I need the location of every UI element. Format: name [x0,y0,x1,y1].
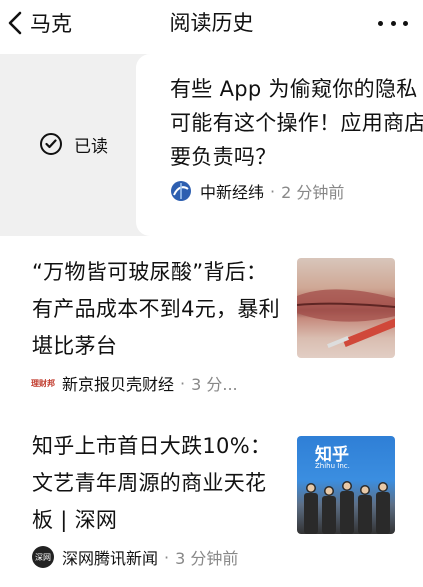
article-meta: 中新经纬 · 2 分钟前 [170,179,423,203]
more-options-icon[interactable] [375,8,411,38]
article-text: “万物皆可玻尿酸”背后：有产品成本不到4元，暴利堪比茅台 理财邦 新京报贝壳财经… [31,254,280,395]
swiped-list-item: 已读 有些 App 为偷窥你的隐私可能有这个操作！应用商店要负责吗？ 中新经纬 … [0,54,423,236]
source-logo-icon: 深网 [32,546,54,568]
mark-read-label: 已读 [74,136,108,157]
mark-read-button[interactable]: 已读 [40,124,108,164]
source-name: 新京报贝壳财经 [62,375,175,394]
source-logo-icon [170,180,192,202]
publish-time: 3 分... [191,375,238,394]
source-name: 中新经纬 [200,183,265,202]
list-item[interactable]: 知乎上市首日大跌10%：文艺青年周源的商业天花板 | 深网 深网 深网腾讯新闻 … [0,428,423,568]
article-meta: 理财邦 新京报贝壳财经 · 3 分... [31,371,280,395]
group-photo-icon [304,481,390,534]
article-headline: 有些 App 为偷窥你的隐私可能有这个操作！应用商店要负责吗？ [170,77,423,169]
list-item[interactable]: “万物皆可玻尿酸”背后：有产品成本不到4元，暴利堪比茅台 理财邦 新京报贝壳财经… [0,254,423,394]
article-meta: 深网 深网腾讯新闻 · 3 分钟前 [32,545,280,569]
article-text: 知乎上市首日大跌10%：文艺青年周源的商业天花板 | 深网 深网 深网腾讯新闻 … [32,428,280,569]
article-headline: “万物皆可玻尿酸”背后：有产品成本不到4元，暴利堪比茅台 [32,260,280,358]
meta-separator: · [270,181,276,201]
publish-time: 3 分钟前 [175,549,239,568]
article-headline: 知乎上市首日大跌10%：文艺青年周源的商业天花板 | 深网 [32,434,272,532]
article-thumbnail [297,258,395,358]
nav-header: 马克 阅读历史 [0,0,423,48]
source-logo-icon: 理财邦 [31,378,55,388]
publish-time: 2 分钟前 [281,183,345,202]
meta-separator: · [180,373,186,393]
article-card[interactable]: 有些 App 为偷窥你的隐私可能有这个操作！应用商店要负责吗？ 中新经纬 · 2… [136,54,423,236]
page-title: 阅读历史 [169,11,254,35]
article-thumbnail: 知乎 Zhihu Inc. [297,436,395,534]
meta-separator: · [164,547,170,567]
check-circle-icon [40,133,62,155]
source-name: 深网腾讯新闻 [62,549,159,568]
lips-injection-icon [297,289,395,348]
